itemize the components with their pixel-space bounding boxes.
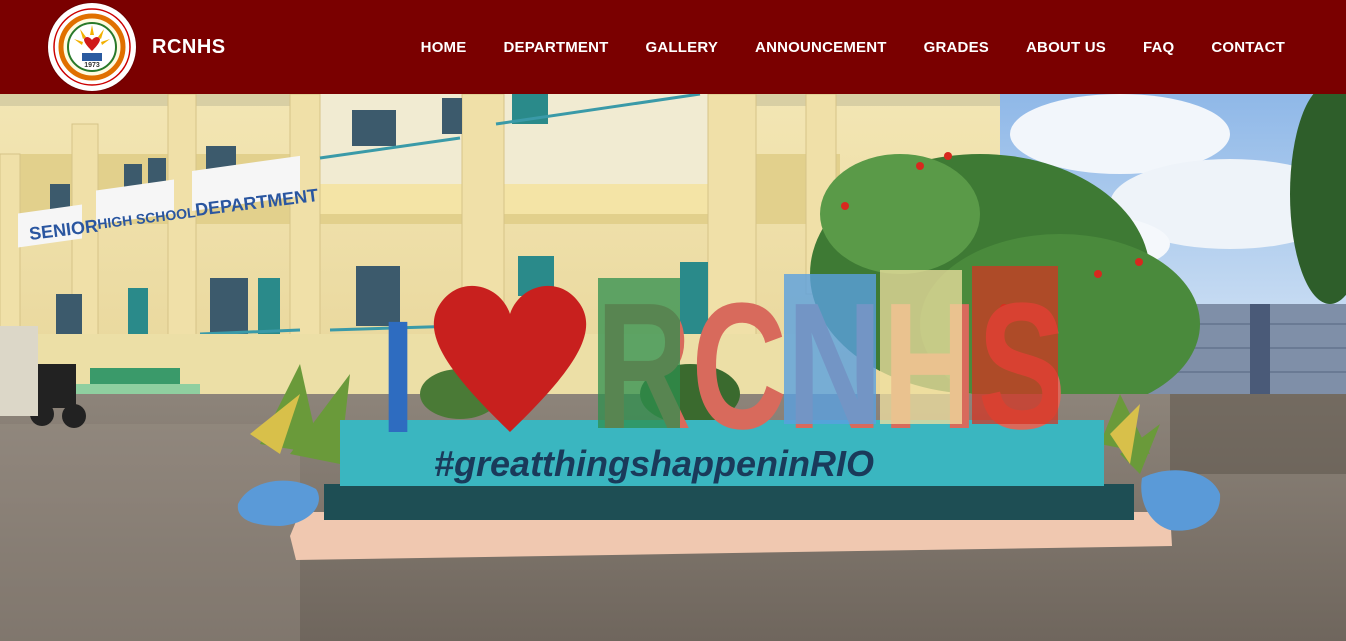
nav-gallery[interactable]: GALLERY (646, 39, 719, 56)
nav-grades[interactable]: GRADES (924, 39, 989, 56)
nav-home[interactable]: HOME (421, 39, 467, 56)
nav-department[interactable]: DEPARTMENT (503, 39, 608, 56)
svg-text:1973: 1973 (84, 62, 100, 69)
brand-name[interactable]: RCNHS (152, 36, 226, 59)
school-logo[interactable]: 1973 (48, 3, 136, 91)
hero-banner: SENIOR HIGH SCHOOL DEPARTMENT #greatthin… (0, 94, 1346, 641)
top-navbar: 1973 RCNHS HOME DEPARTMENT GALLERY ANNOU… (0, 0, 1346, 94)
nav-announcement[interactable]: ANNOUNCEMENT (755, 39, 887, 56)
sign-letter-i: I (380, 287, 416, 466)
nav-about-us[interactable]: ABOUT US (1026, 39, 1106, 56)
seal-icon: 1973 (53, 8, 131, 86)
nav-contact[interactable]: CONTACT (1211, 39, 1285, 56)
main-nav: HOME DEPARTMENT GALLERY ANNOUNCEMENT GRA… (421, 0, 1285, 94)
hero-photo: SENIOR HIGH SCHOOL DEPARTMENT #greatthin… (0, 94, 1346, 641)
brand[interactable]: 1973 RCNHS (48, 0, 226, 94)
nav-faq[interactable]: FAQ (1143, 39, 1174, 56)
